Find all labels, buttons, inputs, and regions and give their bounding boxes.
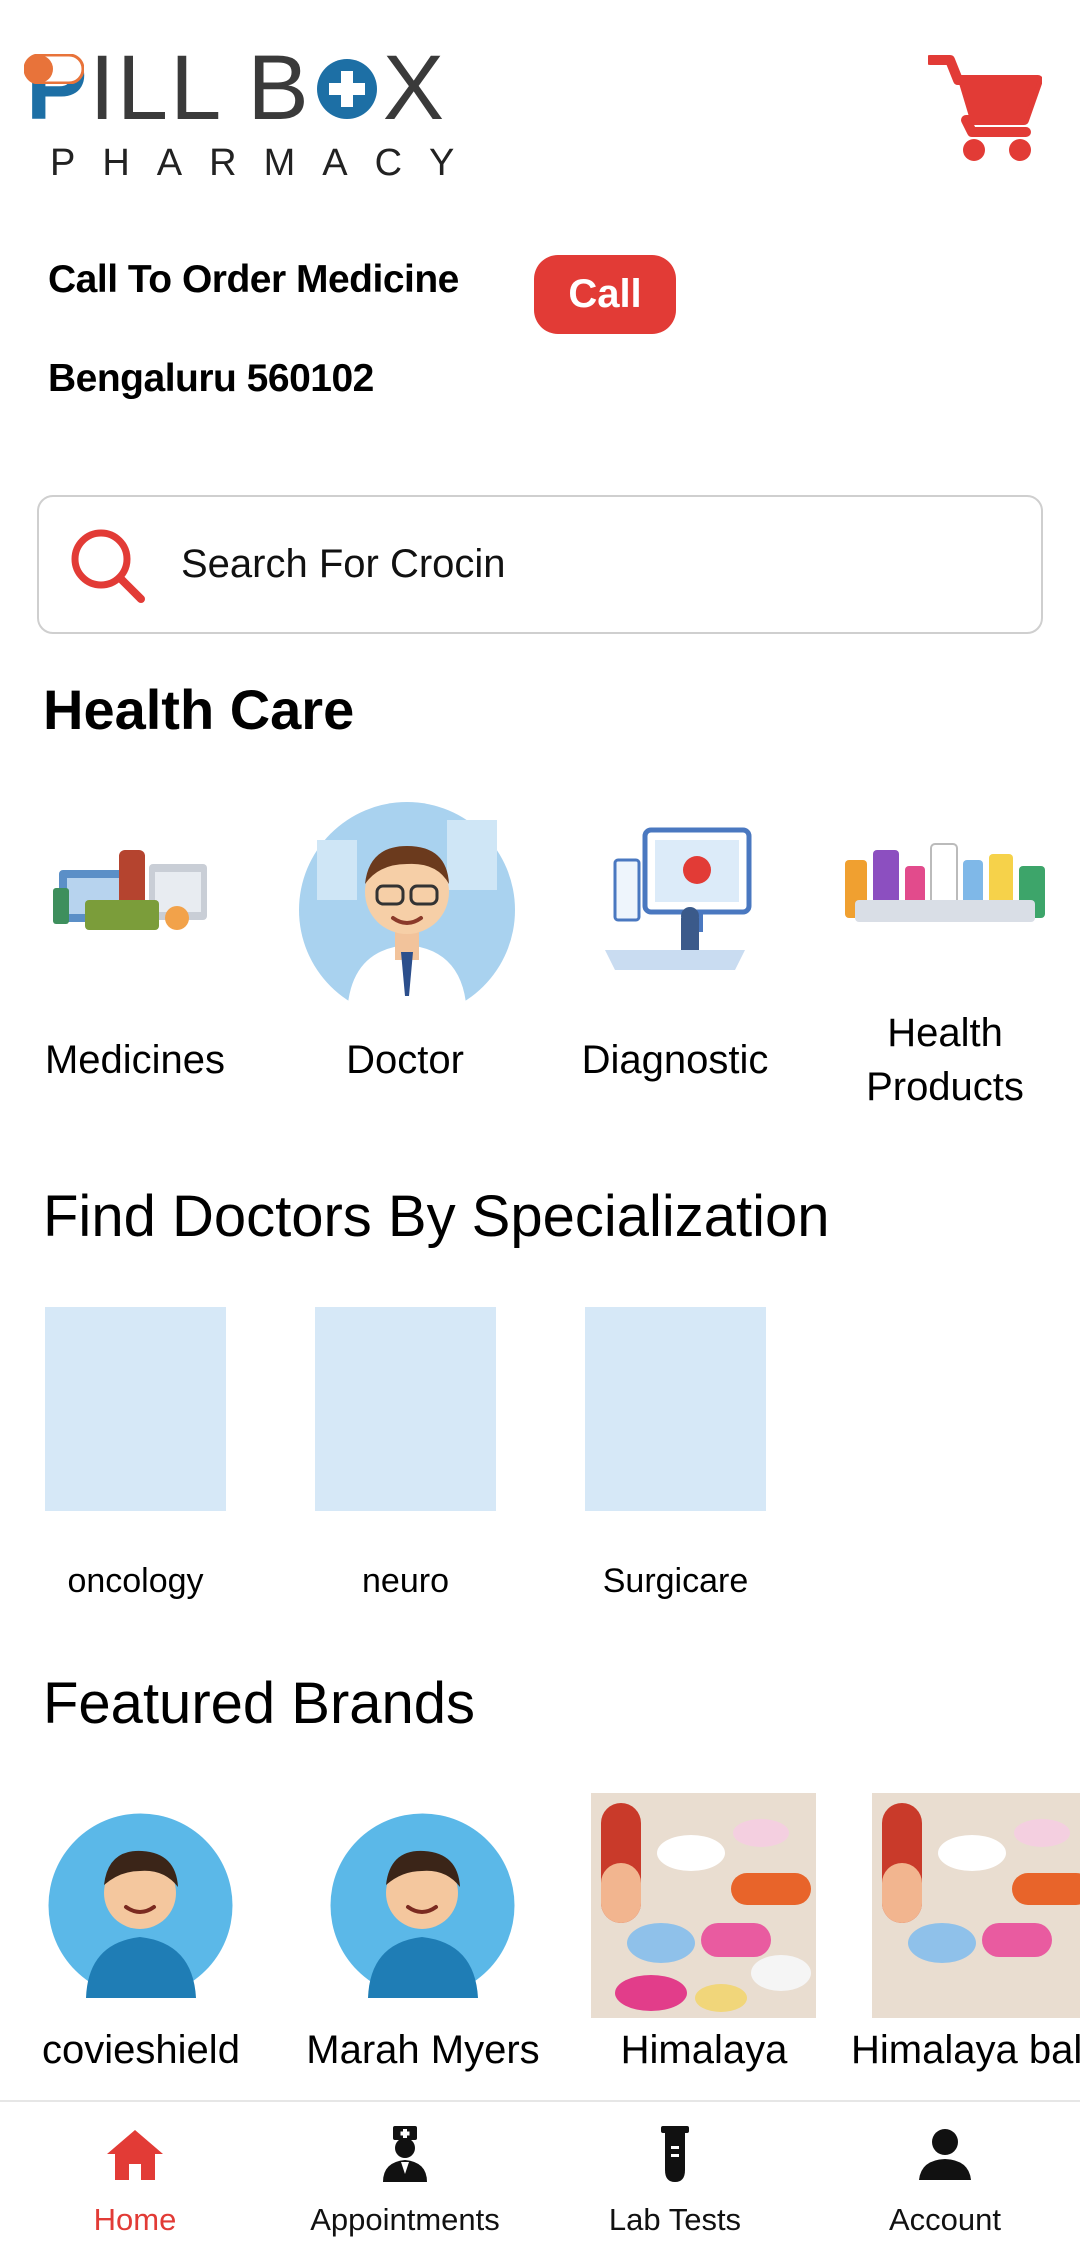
health-products-image — [835, 830, 1055, 950]
nav-label: Home — [93, 2202, 177, 2237]
bottom-navigation: Home Appointments Lab Tests Account — [0, 2100, 1080, 2252]
doctor-icon — [375, 2124, 435, 2184]
logo-subtitle: PHARMACY — [50, 142, 482, 184]
specialization-image — [585, 1307, 766, 1511]
logo-pill-icon — [23, 53, 85, 89]
brand-avatar-image — [48, 1813, 233, 1998]
home-icon — [105, 2124, 165, 2184]
brand-label: Marah Myers — [306, 2028, 540, 2072]
brand-label: Himalaya — [620, 2028, 788, 2072]
specialization-label: neuro — [362, 1562, 449, 1600]
specialization-label: Surgicare — [602, 1562, 749, 1600]
doctor-image — [297, 800, 517, 1020]
location-text[interactable]: Bengaluru 560102 — [48, 357, 374, 401]
pillbox-logo[interactable]: PILL B X PHARMACY — [23, 42, 454, 184]
nav-appointments[interactable]: Appointments — [270, 2102, 540, 2252]
health-care-medicines[interactable]: Medicines — [0, 800, 270, 1100]
test-tube-icon — [645, 2124, 705, 2184]
health-care-label-line-2: Products — [866, 1065, 1024, 1109]
medicines-image — [45, 800, 225, 980]
logo-text-part-2: X — [382, 37, 447, 139]
logo-plus-icon — [315, 44, 379, 119]
health-care-diagnostic[interactable]: Diagnostic — [540, 800, 810, 1100]
pills-image — [872, 1793, 1080, 2018]
logo-text-part-1: ILL B — [89, 37, 311, 139]
health-care-label: Medicines — [44, 1038, 226, 1082]
specialization-title: Find Doctors By Specialization — [43, 1184, 830, 1249]
search-icon — [69, 527, 149, 607]
call-to-order-text: Call To Order Medicine — [48, 258, 459, 301]
nav-label: Lab Tests — [608, 2202, 742, 2237]
health-care-doctor[interactable]: Doctor — [270, 800, 540, 1100]
specialization-image — [315, 1307, 496, 1511]
nav-label: Account — [888, 2202, 1001, 2237]
brand-avatar-image — [330, 1813, 515, 1998]
shopping-cart-icon[interactable] — [925, 52, 1043, 164]
search-input[interactable] — [181, 497, 1021, 632]
nav-lab-tests[interactable]: Lab Tests — [540, 2102, 810, 2252]
call-button[interactable]: Call — [534, 255, 676, 334]
pills-image — [591, 1793, 816, 2018]
brand-label: covieshield — [42, 2028, 240, 2072]
app-header: PILL B X PHARMACY — [0, 0, 1080, 200]
person-icon — [915, 2124, 975, 2184]
specialization-label: oncology — [67, 1562, 204, 1600]
nav-account[interactable]: Account — [810, 2102, 1080, 2252]
health-care-label: Doctor — [346, 1038, 464, 1082]
specialization-image — [45, 1307, 226, 1511]
featured-brands-title: Featured Brands — [43, 1671, 476, 1736]
search-bar[interactable] — [37, 495, 1043, 634]
health-care-label-line-1: Health — [887, 1011, 1003, 1055]
diagnostic-image — [585, 800, 765, 980]
nav-home[interactable]: Home — [0, 2102, 270, 2252]
logo-wordmark: PILL B X — [26, 42, 446, 134]
nav-label: Appointments — [310, 2202, 500, 2237]
brand-label: Himalaya bal — [851, 2028, 1080, 2072]
health-care-label: Diagnostic — [581, 1038, 769, 1082]
health-care-health-products[interactable]: Health Products — [810, 800, 1080, 1120]
health-care-title: Health Care — [43, 678, 355, 741]
